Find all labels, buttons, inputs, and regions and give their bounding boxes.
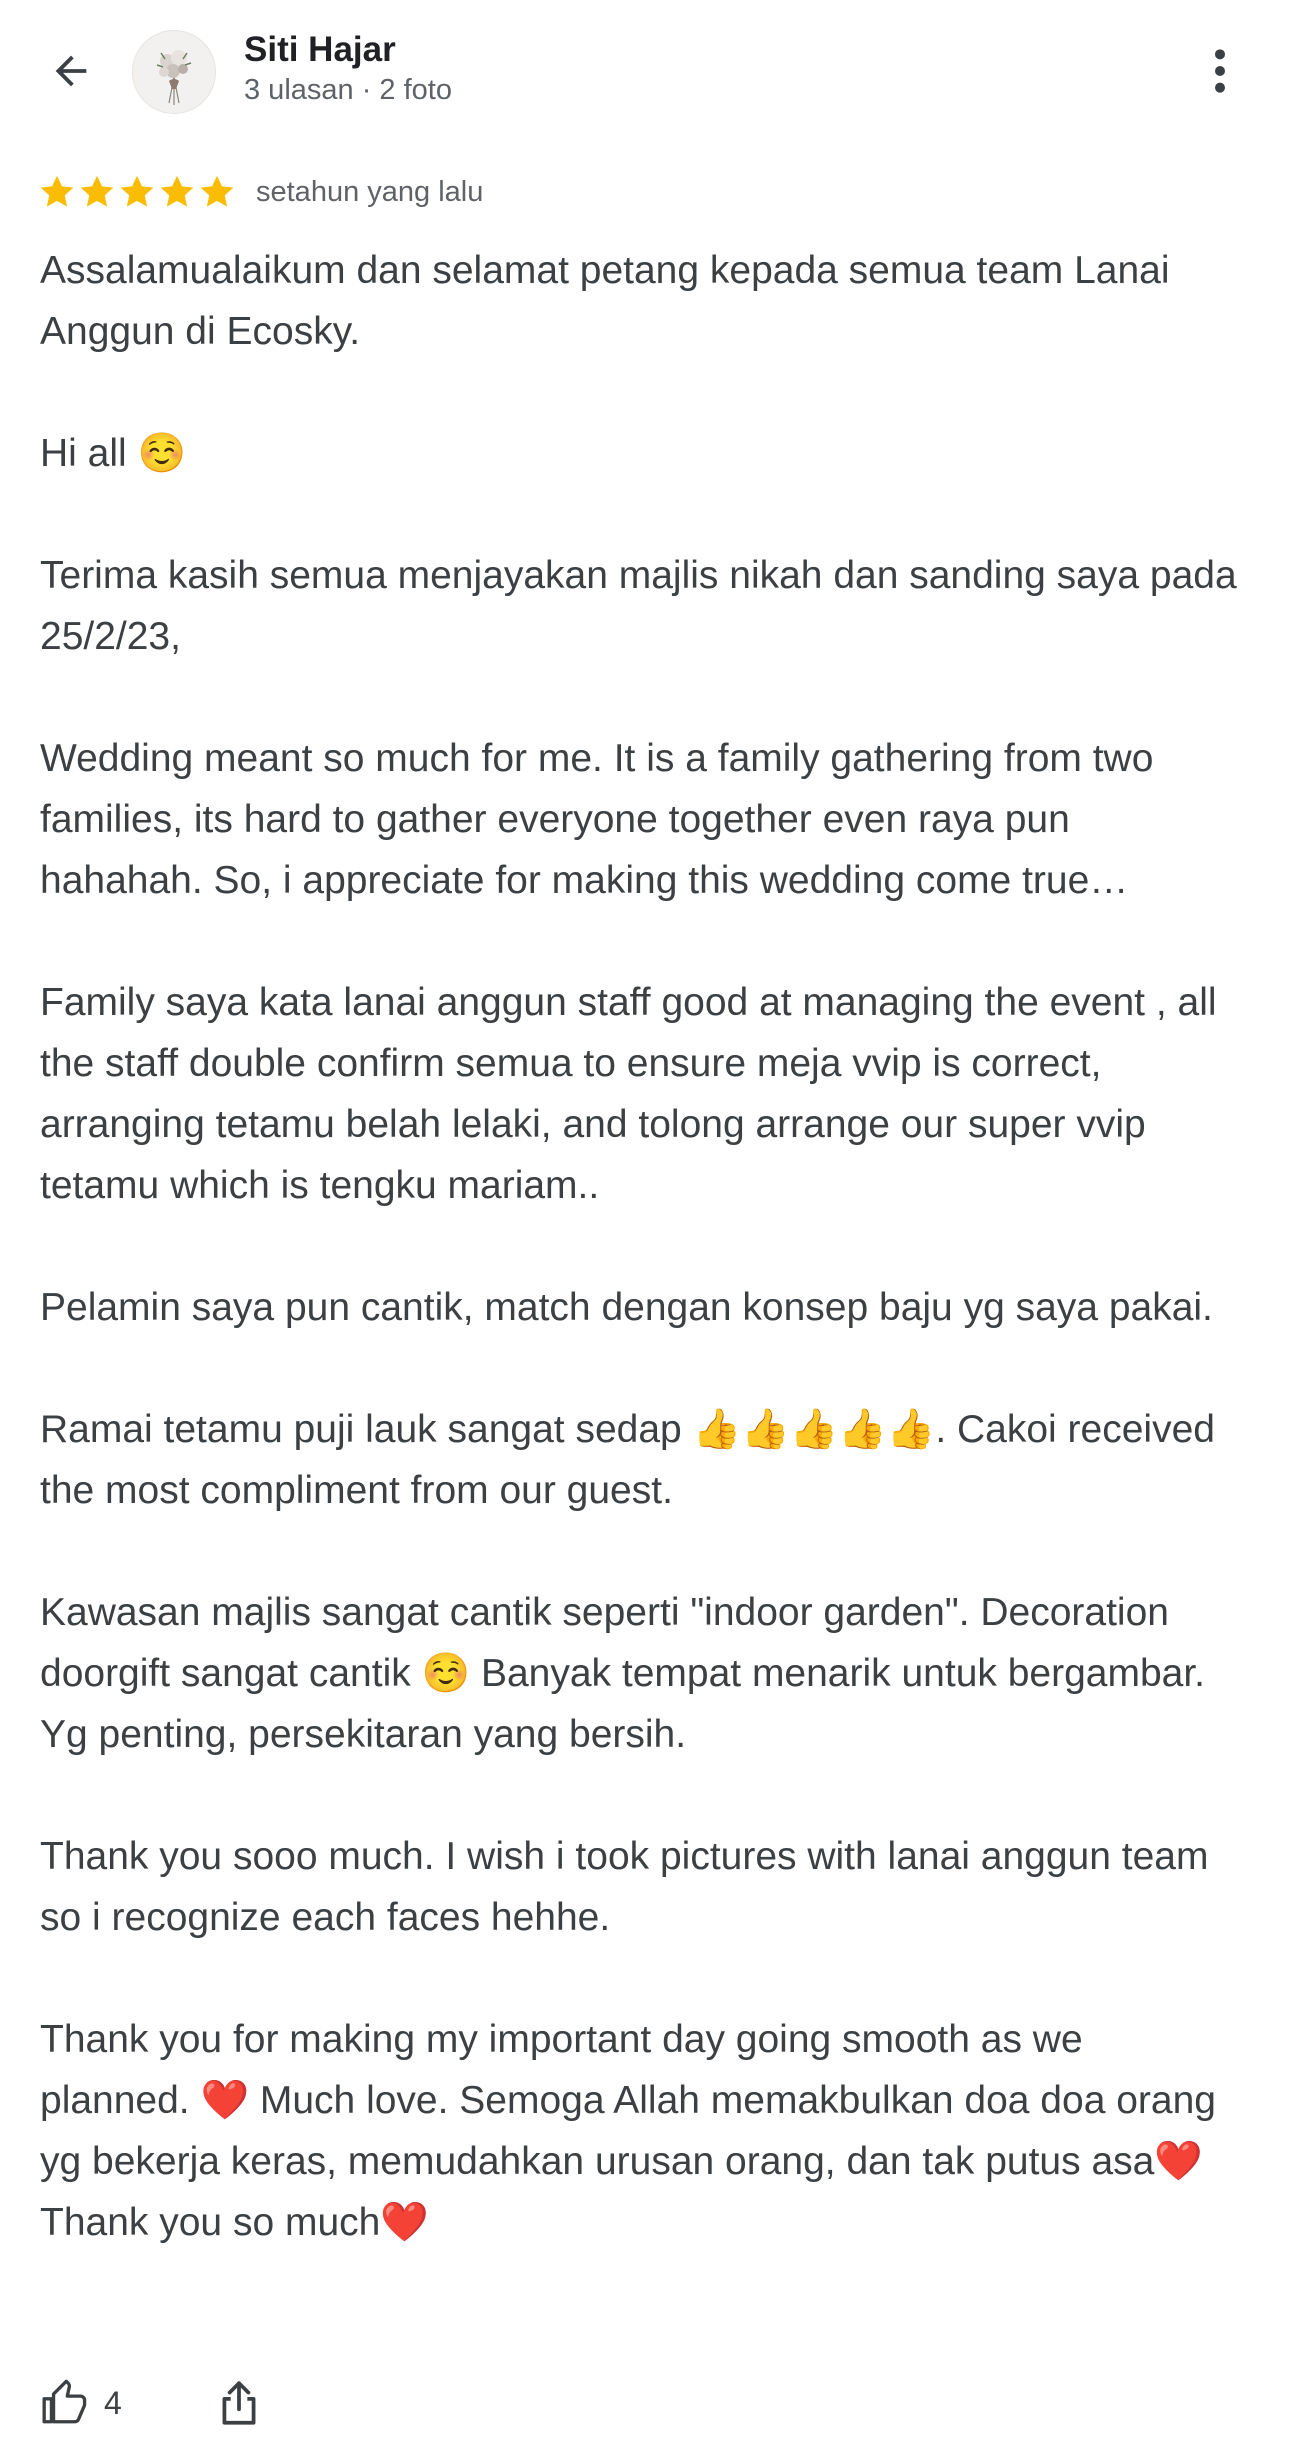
review-paragraph: Family saya kata lanai anggun staff good…: [40, 981, 1217, 1207]
review-paragraph: Pelamin saya pun cantik, match dengan ko…: [40, 1286, 1213, 1329]
bouquet-avatar-icon: [133, 31, 215, 113]
thumbs-up-icon: [42, 2379, 87, 2424]
review-paragraph: Kawasan majlis sangat cantik seperti "in…: [40, 1591, 1206, 1756]
star-rating: [38, 173, 236, 211]
star-icon: [80, 175, 114, 207]
like-button[interactable]: 4: [40, 2378, 122, 2428]
more-vertical-icon: [1215, 49, 1225, 93]
review-paragraph: Hi all ☺️: [40, 432, 187, 475]
review-date: setahun yang lalu: [256, 175, 484, 208]
review-paragraph: Thank you for making my important day go…: [40, 2018, 1216, 2244]
like-count: 4: [104, 2384, 122, 2421]
rating-row: setahun yang lalu: [38, 170, 483, 214]
review-paragraph: Thank you sooo much. I wish i took pictu…: [40, 1835, 1209, 1939]
star-icon: [120, 175, 154, 207]
review-actions: 4: [40, 2370, 264, 2436]
reviewer-name[interactable]: Siti Hajar: [244, 30, 396, 70]
review-paragraph: Terima kasih semua menjayakan majlis nik…: [40, 554, 1237, 658]
more-options-button[interactable]: [1190, 36, 1250, 106]
review-text: Assalamualaikum dan selamat petang kepad…: [40, 240, 1240, 2253]
review-paragraph: Wedding meant so much for me. It is a fa…: [40, 737, 1154, 902]
review-paragraph: Ramai tetamu puji lauk sangat sedap 👍👍👍👍…: [40, 1408, 1215, 1512]
star-icon: [160, 175, 194, 207]
review-header: Siti Hajar 3 ulasan · 2 foto: [0, 0, 1290, 140]
avatar[interactable]: [132, 30, 216, 114]
star-icon: [200, 175, 234, 207]
review-paragraph: Assalamualaikum dan selamat petang kepad…: [40, 249, 1170, 353]
star-icon: [40, 175, 74, 207]
share-button[interactable]: [214, 2378, 264, 2428]
back-button[interactable]: [36, 36, 106, 106]
arrow-left-icon: [55, 55, 87, 87]
share-icon: [222, 2381, 256, 2425]
reviewer-stats: 3 ulasan · 2 foto: [244, 74, 452, 106]
